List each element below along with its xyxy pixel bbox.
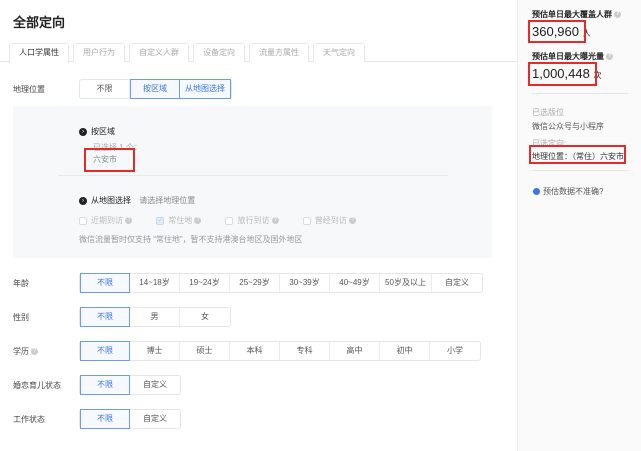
chat-icon <box>533 188 540 196</box>
placement-value: 微信公众号与小程序 <box>532 122 604 131</box>
placement-label: 已选版位 <box>532 108 564 117</box>
gender-option[interactable]: 不限 <box>80 307 130 327</box>
education-row: 学历 ? 不限 博士 硕士 本科 专科 高中 初中 小学 <box>13 341 481 361</box>
marriage-label: 婚恋育儿状态 <box>13 380 61 390</box>
work-label: 工作状态 <box>13 414 45 424</box>
divider <box>58 175 448 176</box>
geo-option-map[interactable]: 从地图选择 <box>179 79 231 99</box>
education-option[interactable]: 专科 <box>280 342 330 360</box>
geo-options: 不限 按区域 从地图选择 <box>79 79 232 99</box>
help-icon[interactable]: ? <box>606 53 614 61</box>
divider <box>532 170 628 171</box>
tab-weather[interactable]: 天气定向 <box>313 43 365 62</box>
checkbox-resident[interactable]: ✓ 常住地 ? <box>156 215 202 226</box>
tab-custom-audience[interactable]: 自定义人群 <box>129 43 189 62</box>
geo-label: 地理位置 <box>13 84 45 94</box>
age-option[interactable]: 50岁及以上 <box>380 274 432 292</box>
work-option[interactable]: 不限 <box>80 409 130 429</box>
highlight-box <box>528 20 586 43</box>
education-option[interactable]: 硕士 <box>180 342 230 360</box>
geo-option-region[interactable]: 按区域 <box>130 79 180 99</box>
age-label: 年龄 <box>13 278 29 288</box>
highlight-box <box>528 62 597 86</box>
age-option[interactable]: 自定义 <box>432 274 482 292</box>
help-icon: ? <box>194 217 202 225</box>
tab-device[interactable]: 设备定向 <box>193 43 245 62</box>
highlight-box <box>529 145 626 164</box>
geo-row: 地理位置 不限 按区域 从地图选择 <box>13 79 232 99</box>
education-option[interactable]: 小学 <box>430 342 480 360</box>
age-option[interactable]: 25~29岁 <box>230 274 280 292</box>
help-icon: ? <box>125 217 133 225</box>
gender-label: 性别 <box>13 312 29 322</box>
tab-demographics[interactable]: 人口学属性 <box>9 43 69 63</box>
help-icon: ? <box>348 217 356 225</box>
exposure-label: 预估单日最大曝光量 <box>532 52 604 61</box>
help-icon: ? <box>271 217 279 225</box>
age-option[interactable]: 30~39岁 <box>280 274 330 292</box>
reach-label: 预估单日最大覆盖人群 <box>532 10 612 19</box>
education-option[interactable]: 初中 <box>380 342 430 360</box>
education-options: 不限 博士 硕士 本科 专科 高中 初中 小学 <box>79 341 481 361</box>
geo-panel: › 按区域 已选择 1 个： 六安市 › 从地图选择 请选择地理位置 近期到访 ? … <box>13 106 492 258</box>
map-heading: 从地图选择 <box>91 196 131 205</box>
age-option[interactable]: 40~49岁 <box>330 274 380 292</box>
geo-option-unlimited[interactable]: 不限 <box>80 80 130 98</box>
education-option[interactable]: 博士 <box>130 342 180 360</box>
marriage-row: 婚恋育儿状态 不限 自定义 <box>13 375 181 395</box>
help-icon[interactable]: ? <box>31 347 39 355</box>
age-row: 年龄 不限 14~18岁 19~24岁 25~29岁 30~39岁 40~49岁… <box>13 273 483 293</box>
gender-options: 不限 男 女 <box>79 307 231 327</box>
education-label: 学历 ? <box>13 346 79 357</box>
checkbox-past-visit[interactable]: 曾经到访 ? <box>302 215 356 226</box>
map-placeholder[interactable]: 请选择地理位置 <box>139 196 195 205</box>
age-option[interactable]: 14~18岁 <box>130 274 180 292</box>
gender-option[interactable]: 男 <box>130 308 180 326</box>
tab-user-behavior[interactable]: 用户行为 <box>73 43 125 62</box>
checkbox-travel-visit[interactable]: 旅行到访 ? <box>225 215 279 226</box>
work-row: 工作状态 不限 自定义 <box>13 409 181 429</box>
marriage-options: 不限 自定义 <box>79 375 181 395</box>
divider <box>532 93 628 94</box>
education-option[interactable]: 不限 <box>80 341 130 361</box>
work-option[interactable]: 自定义 <box>130 410 180 428</box>
work-options: 不限 自定义 <box>79 409 181 429</box>
marriage-option[interactable]: 不限 <box>80 375 130 395</box>
tab-traffic[interactable]: 流量方属性 <box>249 43 309 62</box>
help-icon[interactable]: ? <box>614 11 622 19</box>
page-title: 全部定向 <box>13 15 66 30</box>
arrow-right-icon: › <box>79 196 87 205</box>
checkbox-recent-visit[interactable]: 近期到访 ? <box>79 215 133 226</box>
age-option[interactable]: 不限 <box>80 273 130 293</box>
tab-bar: 人口学属性 用户行为 自定义人群 设备定向 流量方属性 天气定向 <box>9 43 365 63</box>
education-option[interactable]: 高中 <box>330 342 380 360</box>
education-option[interactable]: 本科 <box>230 342 280 360</box>
gender-row: 性别 不限 男 女 <box>13 307 231 327</box>
feedback-link[interactable]: 预估数据不准确? <box>533 186 603 197</box>
arrow-right-icon: › <box>79 127 87 136</box>
age-options: 不限 14~18岁 19~24岁 25~29岁 30~39岁 40~49岁 50… <box>79 273 483 293</box>
highlight-box <box>84 148 135 172</box>
geo-note: 微信流量暂时仅支持 “常住地”，暂不支持港澳台地区及国外地区 <box>79 235 303 244</box>
marriage-option[interactable]: 自定义 <box>130 376 180 394</box>
age-option[interactable]: 19~24岁 <box>180 274 230 292</box>
gender-option[interactable]: 女 <box>180 308 230 326</box>
region-heading: 按区域 <box>91 127 115 136</box>
